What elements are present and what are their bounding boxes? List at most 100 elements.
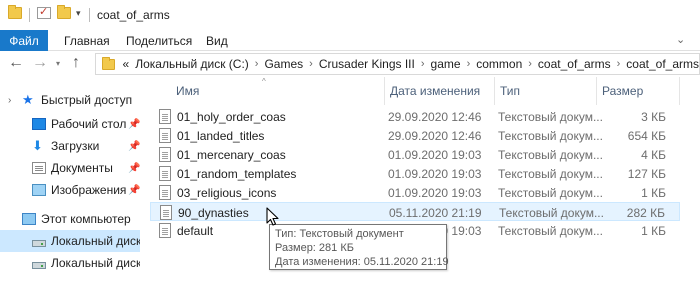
column-header-size[interactable]: Размер	[602, 77, 643, 105]
tab-view[interactable]: Вид	[206, 30, 228, 51]
file-row[interactable]: 03_religious_icons 01.09.2020 19:03 Текс…	[150, 183, 680, 202]
tab-share[interactable]: Поделиться	[126, 30, 192, 51]
drive-icon	[32, 239, 46, 247]
breadcrumb-item[interactable]: coat_of_arms	[626, 57, 699, 71]
file-row[interactable]: 01_mercenary_coas 01.09.2020 19:03 Текст…	[150, 145, 680, 164]
pin-icon: 📌	[128, 140, 140, 152]
file-type: Текстовый докум...	[498, 110, 603, 124]
address-bar[interactable]: « Локальный диск (C:) › Games › Crusader…	[95, 53, 700, 75]
chevron-right-icon[interactable]: ›	[467, 58, 471, 70]
computer-icon	[22, 213, 36, 225]
quick-access-label: Быстрый доступ	[41, 93, 133, 107]
pictures-icon	[32, 184, 46, 196]
file-name: 01_mercenary_coas	[177, 148, 286, 162]
chevron-right-icon[interactable]: ›	[8, 95, 11, 106]
column-divider[interactable]	[384, 77, 385, 105]
sidebar-item-pictures[interactable]: Изображения 📌	[0, 179, 140, 201]
text-file-icon	[159, 147, 171, 162]
file-row[interactable]: 01_random_templates 01.09.2020 19:03 Тек…	[150, 164, 680, 183]
file-type: Текстовый докум...	[499, 206, 604, 220]
column-divider[interactable]	[596, 77, 597, 105]
file-name: 03_religious_icons	[177, 186, 277, 200]
sidebar-item-documents[interactable]: Документы 📌	[0, 157, 140, 179]
toolbar-separator	[89, 8, 90, 22]
sidebar-item-label: Локальный диск (D	[51, 256, 140, 270]
file-type: Текстовый докум...	[498, 167, 603, 181]
sidebar-item-label: Локальный диск (C	[51, 234, 140, 248]
quick-access-item[interactable]: › ★ Быстрый доступ	[0, 89, 140, 111]
drive-icon	[32, 261, 46, 269]
chevron-right-icon[interactable]: ›	[528, 58, 532, 70]
file-size: 1 КБ	[641, 224, 666, 238]
file-name: 01_random_templates	[177, 167, 297, 181]
file-type: Текстовый докум...	[498, 148, 603, 162]
file-type: Текстовый докум...	[498, 186, 603, 200]
back-arrow-icon[interactable]: ←	[8, 54, 24, 72]
file-date: 29.09.2020 12:46	[388, 110, 482, 124]
tab-home[interactable]: Главная	[64, 30, 110, 51]
forward-arrow-icon[interactable]: →	[32, 54, 48, 72]
navigation-bar: ← → ▾ ↑ « Локальный диск (C:) › Games › …	[0, 51, 700, 77]
file-size: 127 КБ	[627, 167, 666, 181]
customize-toolbar-icon[interactable]: ▾	[76, 8, 81, 19]
column-divider[interactable]	[679, 77, 680, 105]
column-header-type[interactable]: Тип	[500, 77, 520, 105]
column-header-date[interactable]: Дата изменения	[390, 77, 480, 105]
sidebar-item-drive-c[interactable]: Локальный диск (C	[0, 230, 140, 252]
sidebar-item-label: Загрузки	[51, 139, 100, 153]
recent-locations-icon[interactable]: ▾	[56, 59, 60, 68]
file-size: 282 КБ	[626, 206, 665, 220]
file-type: Текстовый докум...	[498, 224, 603, 238]
sidebar-item-label: Изображения	[51, 183, 127, 197]
chevron-right-icon[interactable]: ›	[421, 58, 425, 70]
desktop-icon	[32, 118, 46, 130]
pin-icon: 📌	[128, 184, 140, 196]
text-file-icon	[159, 128, 171, 143]
breadcrumb-item[interactable]: common	[476, 57, 522, 71]
chevron-right-icon[interactable]: ›	[255, 58, 259, 70]
new-folder-icon[interactable]	[57, 5, 71, 19]
file-size: 3 КБ	[641, 110, 666, 124]
pin-icon: 📌	[128, 162, 140, 174]
file-type: Текстовый докум...	[498, 129, 603, 143]
column-header-name[interactable]: Имя	[176, 77, 199, 105]
breadcrumb-item[interactable]: game	[431, 57, 461, 71]
breadcrumb-item[interactable]: Games	[264, 57, 303, 71]
chevron-down-icon[interactable]: ⌄	[676, 33, 685, 46]
sidebar-item-downloads[interactable]: ⬇ Загрузки 📌	[0, 135, 140, 157]
documents-icon	[32, 162, 46, 174]
file-size: 1 КБ	[641, 186, 666, 200]
text-file-icon	[159, 223, 171, 238]
properties-icon[interactable]	[37, 5, 51, 19]
sidebar-item-desktop[interactable]: Рабочий стол 📌	[0, 113, 140, 135]
title-bar: ▾ coat_of_arms	[0, 0, 700, 30]
tooltip-modified: Дата изменения: 05.11.2020 21:19	[275, 256, 449, 268]
file-row[interactable]: 01_holy_order_coas 29.09.2020 12:46 Текс…	[150, 107, 680, 126]
text-file-icon	[159, 109, 171, 124]
breadcrumb-item[interactable]: Crusader Kings III	[319, 57, 415, 71]
file-name: 90_dynasties	[178, 206, 249, 220]
tab-file[interactable]: Файл	[0, 30, 48, 51]
file-row[interactable]: 01_landed_titles 29.09.2020 12:46 Тексто…	[150, 126, 680, 145]
file-date: 05.11.2020 21:19	[389, 206, 482, 220]
this-pc-label: Этот компьютер	[41, 212, 131, 226]
text-file-icon	[160, 205, 172, 220]
up-arrow-icon[interactable]: ↑	[72, 54, 80, 72]
breadcrumb-overflow[interactable]: «	[123, 57, 130, 71]
breadcrumb-item[interactable]: Локальный диск (C:)	[135, 57, 249, 71]
chevron-right-icon[interactable]: ›	[617, 58, 621, 70]
file-name: default	[177, 224, 214, 238]
column-divider[interactable]	[494, 77, 495, 105]
tooltip-size: Размер: 281 КБ	[275, 242, 354, 254]
toolbar-separator	[29, 8, 30, 22]
navigation-pane: › ★ Быстрый доступ Рабочий стол 📌 ⬇ Загр…	[0, 77, 140, 285]
sidebar-item-drive-d[interactable]: Локальный диск (D	[0, 252, 140, 274]
this-pc-item[interactable]: Этот компьютер	[0, 208, 140, 230]
tooltip-type: Тип: Текстовый документ	[275, 228, 404, 240]
breadcrumb-item[interactable]: coat_of_arms	[538, 57, 611, 71]
ribbon-tabs: Файл Главная Поделиться Вид ⌄	[0, 30, 700, 51]
window-title: coat_of_arms	[97, 8, 170, 22]
chevron-right-icon[interactable]: ›	[309, 58, 313, 70]
file-size: 4 КБ	[641, 148, 666, 162]
file-row[interactable]: 90_dynasties 05.11.2020 21:19 Текстовый …	[150, 202, 680, 221]
